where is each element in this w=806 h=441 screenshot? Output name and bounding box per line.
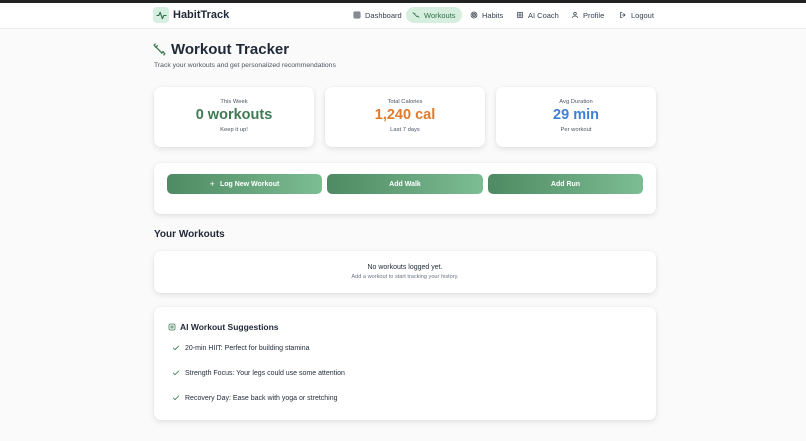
check-icon — [172, 370, 180, 376]
logout-icon — [620, 11, 626, 19]
brand-name: HabitTrack — [173, 9, 230, 21]
dumbbell-icon — [153, 43, 166, 56]
brand[interactable]: HabitTrack — [153, 7, 229, 23]
dashboard-grid-icon — [353, 11, 361, 19]
log-new-workout-label: Log New Workout — [219, 180, 280, 188]
stat-hint: Per workout — [560, 127, 592, 133]
top-navbar: HabitTrack Dashboard Workouts Habits AI … — [0, 3, 806, 29]
nav-item-ai-coach[interactable]: AI Coach — [510, 7, 565, 23]
log-new-workout-button[interactable]: + Log New Workout — [167, 174, 322, 194]
nav-item-profile[interactable]: Profile — [565, 7, 610, 23]
stat-card-total-calories: Total Calories 1,240 cal Last 7 days — [325, 87, 485, 147]
empty-state-hint: Add a workout to start tracking your his… — [351, 274, 459, 280]
ai-suggestions-title: AI Workout Suggestions — [180, 322, 279, 332]
nav-item-label: Habits — [482, 10, 504, 20]
stat-card-this-week: This Week 0 workouts Keep it up! — [154, 87, 314, 147]
add-walk-label: Add Walk — [389, 180, 421, 188]
suggestion-item: Strength Focus: Your legs could use some… — [172, 369, 345, 377]
activity-pulse-icon — [412, 12, 420, 18]
workouts-empty-card: No workouts logged yet. Add a workout to… — [154, 251, 656, 293]
stat-value: 0 workouts — [195, 107, 273, 123]
stat-label: Total Calories — [387, 99, 423, 105]
nav-item-label: AI Coach — [528, 10, 559, 20]
activity-pulse-icon — [153, 7, 169, 23]
empty-state-title: No workouts logged yet. — [367, 264, 443, 271]
ai-suggestions-header: AI Workout Suggestions — [168, 322, 279, 332]
page-title-text: Workout Tracker — [171, 41, 290, 58]
stat-label: Avg Duration — [559, 99, 593, 105]
stat-card-avg-duration: Avg Duration 29 min Per workout — [496, 87, 656, 147]
ai-chip-icon — [168, 323, 176, 331]
add-walk-button[interactable]: Add Walk — [327, 174, 483, 194]
stat-hint: Keep it up! — [220, 127, 248, 133]
your-workouts-heading: Your Workouts — [154, 229, 225, 240]
nav-item-logout[interactable]: Logout — [613, 7, 660, 23]
nav-item-label: Dashboard — [365, 10, 402, 20]
nav-item-habits[interactable]: Habits — [464, 7, 509, 23]
suggestion-text: Recovery Day: Ease back with yoga or str… — [185, 394, 338, 402]
quick-actions-card: + Log New Workout Add Walk Add Run — [154, 163, 656, 214]
add-run-label: Add Run — [550, 180, 581, 188]
nav-item-workouts[interactable]: Workouts — [406, 7, 462, 23]
plus-icon: + — [209, 179, 215, 189]
target-icon — [470, 11, 478, 19]
check-icon — [172, 395, 180, 401]
user-icon — [571, 11, 579, 19]
ai-chip-icon — [516, 11, 524, 19]
stat-hint: Last 7 days — [390, 127, 420, 133]
nav-item-dashboard[interactable]: Dashboard — [347, 7, 408, 23]
nav-item-label: Profile — [583, 10, 605, 20]
stat-value: 1,240 cal — [374, 107, 436, 123]
suggestion-text: Strength Focus: Your legs could use some… — [185, 369, 345, 377]
suggestion-item: Recovery Day: Ease back with yoga or str… — [172, 394, 338, 402]
nav-item-label: Logout — [631, 10, 654, 20]
nav-item-label: Workouts — [424, 10, 456, 20]
check-icon — [172, 345, 180, 351]
suggestion-item: 20-min HIIT: Perfect for building stamin… — [172, 344, 310, 352]
suggestion-text: 20-min HIIT: Perfect for building stamin… — [185, 344, 310, 352]
stat-label: This Week — [220, 99, 248, 105]
page-subtitle: Track your workouts and get personalized… — [154, 62, 336, 69]
stat-value: 29 min — [553, 107, 599, 123]
page-title: Workout Tracker — [153, 41, 289, 58]
ai-suggestions-card: AI Workout Suggestions 20-min HIIT: Perf… — [154, 307, 656, 420]
add-run-button[interactable]: Add Run — [488, 174, 643, 194]
